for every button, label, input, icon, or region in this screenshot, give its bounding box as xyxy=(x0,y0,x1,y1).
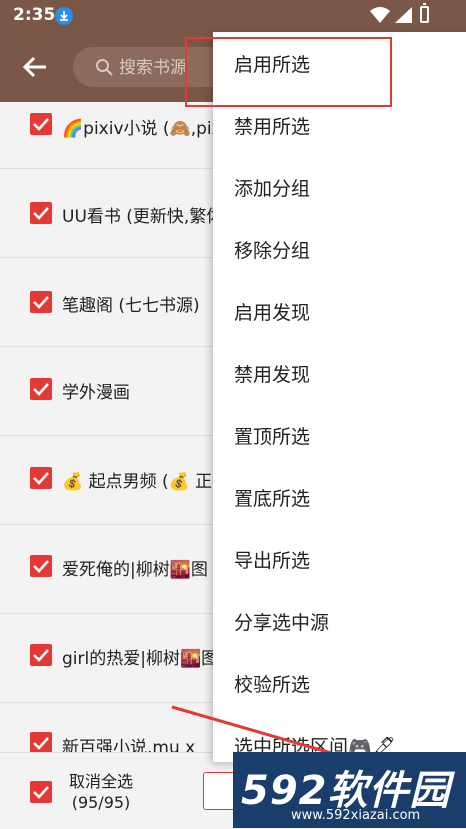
menu-item-remove-group[interactable]: 移除分组 xyxy=(213,218,466,280)
menu-label: 启用发现 xyxy=(234,302,311,324)
checkbox[interactable] xyxy=(30,467,52,489)
menu-item-check-selected[interactable]: 校验所选 xyxy=(213,652,466,714)
search-icon xyxy=(96,59,113,76)
checkbox[interactable] xyxy=(30,644,52,666)
menu-label: 禁用所选 xyxy=(234,116,311,138)
wifi-icon xyxy=(370,7,390,23)
watermark-url: www.592xiazai.com xyxy=(291,808,421,823)
menu-item-pin-top[interactable]: 置顶所选 xyxy=(213,404,466,466)
checkbox[interactable] xyxy=(30,291,52,313)
signal-icon xyxy=(395,7,412,23)
item-label: 💰 起点男频 (💰 正 xyxy=(62,472,213,492)
menu-item-enable-explore[interactable]: 启用发现 xyxy=(213,280,466,342)
menu-label: 添加分组 xyxy=(234,178,311,200)
menu-label: 禁用发现 xyxy=(234,364,311,386)
menu-label: 移除分组 xyxy=(234,240,311,262)
checkbox[interactable] xyxy=(30,732,52,754)
checkbox[interactable] xyxy=(30,378,52,400)
item-label: girl的热爱|柳树🌇图 xyxy=(62,649,219,669)
status-bar: 2:35 xyxy=(0,0,466,32)
menu-label: 校验所选 xyxy=(234,674,311,696)
menu-item-export-selected[interactable]: 导出所选 xyxy=(213,528,466,590)
watermark-logo: 592软件园 www.592xiazai.com xyxy=(233,752,466,828)
menu-item-share-selected[interactable]: 分享选中源 xyxy=(213,590,466,652)
select-all-label[interactable]: 取消全选 (95/95) xyxy=(69,771,133,813)
select-all-text: 取消全选 xyxy=(69,772,134,791)
menu-item-pin-bottom[interactable]: 置底所选 xyxy=(213,466,466,528)
overflow-menu: 启用所选 禁用所选 添加分组 移除分组 启用发现 禁用发现 置顶所选 置底所选 … xyxy=(213,32,466,762)
menu-item-disable-explore[interactable]: 禁用发现 xyxy=(213,342,466,404)
highlight-box xyxy=(185,37,392,107)
battery-icon xyxy=(420,3,429,23)
menu-label: 置底所选 xyxy=(234,488,311,510)
status-time: 2:35 xyxy=(13,5,56,25)
item-label: UU看书 (更新快,繁体 xyxy=(62,207,224,227)
download-icon xyxy=(55,7,73,25)
menu-item-add-group[interactable]: 添加分组 xyxy=(213,156,466,218)
checkbox[interactable] xyxy=(30,113,52,135)
item-label: 爱死俺的|柳树🌇图 xyxy=(62,560,208,580)
menu-label: 分享选中源 xyxy=(234,612,330,634)
item-label: 🌈pixiv小说 (🙈,pix xyxy=(62,119,222,139)
menu-label: 导出所选 xyxy=(234,550,311,572)
select-all-checkbox[interactable] xyxy=(30,781,52,803)
select-count: (95/95) xyxy=(71,793,131,812)
menu-label: 置顶所选 xyxy=(234,426,311,448)
back-arrow-icon[interactable] xyxy=(22,54,48,80)
checkbox[interactable] xyxy=(30,202,52,224)
item-label: 学外漫画 xyxy=(62,383,130,403)
item-label: 笔趣阁 (七七书源) xyxy=(62,296,200,316)
checkbox[interactable] xyxy=(30,555,52,577)
